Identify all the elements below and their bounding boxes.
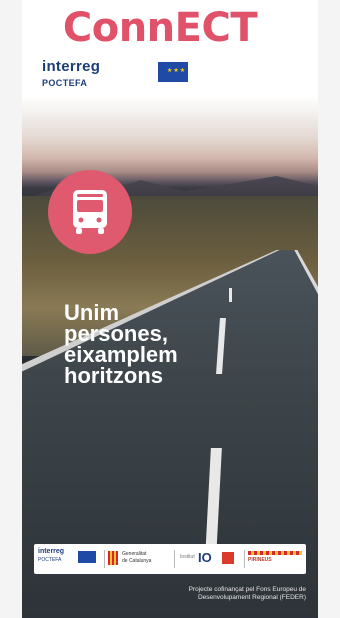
slogan: Unim persones, eixamplem horitzons xyxy=(64,300,264,388)
poster-title: ConnECT xyxy=(62,5,258,51)
generalitat-line2: de Catalunya xyxy=(122,558,152,564)
slogan-line: eixamplem xyxy=(64,342,178,367)
slogan-line: Unim xyxy=(64,300,119,325)
interreg-small-logo: interreg POCTEFA xyxy=(38,548,100,570)
interreg-logo: interreg POCTEFA ★★★ xyxy=(42,58,192,92)
eu-flag-icon: ★★★ xyxy=(158,62,188,82)
io-prefix: Institut xyxy=(180,554,195,560)
interreg-small-sub: POCTEFA xyxy=(38,557,62,563)
divider xyxy=(174,550,175,568)
pirineus-stripes-icon xyxy=(248,551,302,555)
slogan-line: persones, xyxy=(64,321,168,346)
eu-flag-small-icon xyxy=(78,551,96,563)
bus-icon xyxy=(73,190,107,234)
footer-note: Projecte cofinançat pel Fons Europeu de … xyxy=(130,586,306,602)
interreg-logo-text: interreg xyxy=(42,58,101,75)
io-mark: IO xyxy=(198,550,212,565)
generalitat-logo: Generalitat de Catalunya xyxy=(108,548,168,570)
interreg-logo-subtitle: POCTEFA xyxy=(42,78,88,88)
road-dash xyxy=(229,288,232,302)
slogan-line: horitzons xyxy=(64,363,163,388)
io-logo: Institut IO xyxy=(180,548,240,570)
pirineus-logo: PIRINEUS xyxy=(248,548,302,570)
partner-logos-bar: interreg POCTEFA Generalitat de Cataluny… xyxy=(34,544,306,574)
red-square-icon xyxy=(222,552,234,564)
eu-flag-stars: ★★★ xyxy=(167,68,187,74)
interreg-small-text: interreg xyxy=(38,548,65,555)
footer-line: Desenvolupament Regional (FEDER) xyxy=(197,594,306,601)
footer-line: Projecte cofinançat pel Fons Europeu de xyxy=(188,586,306,593)
senyera-icon xyxy=(108,551,118,565)
bus-badge xyxy=(48,170,132,254)
divider xyxy=(244,550,245,568)
divider xyxy=(104,550,105,568)
pirineus-label: PIRINEUS xyxy=(248,557,272,563)
generalitat-line1: Generalitat xyxy=(122,551,147,557)
